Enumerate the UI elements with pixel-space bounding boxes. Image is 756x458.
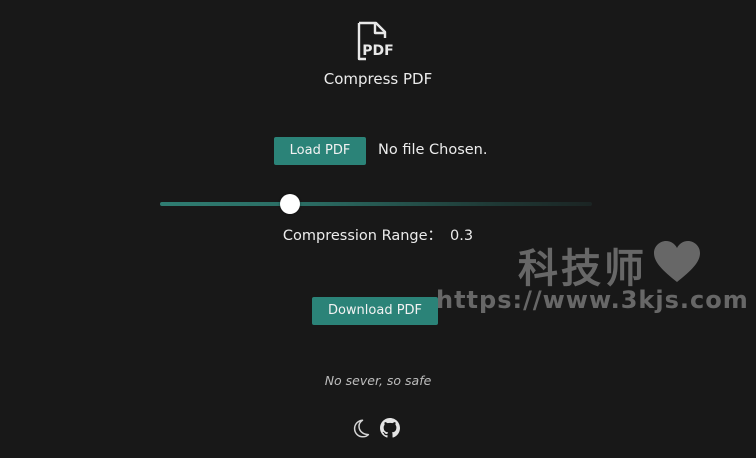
file-status-text: No file Chosen. [378, 142, 488, 158]
slider-thumb[interactable] [279, 194, 300, 214]
pdf-file-icon: PDF [357, 21, 394, 61]
watermark-url-text: https://www.3kjs.com [436, 286, 749, 314]
compression-range-value: 0.3 [450, 228, 474, 244]
github-icon[interactable] [380, 418, 400, 438]
heart-icon [654, 241, 700, 282]
pdf-icon-label: PDF [362, 43, 393, 59]
compression-range-label: Compression Range： [282, 228, 443, 244]
load-pdf-button[interactable]: Load PDF [274, 137, 366, 165]
page-title: Compress PDF [323, 70, 433, 88]
moon-icon[interactable] [350, 418, 370, 438]
compression-slider[interactable] [160, 193, 592, 215]
slider-track[interactable] [160, 202, 592, 206]
download-pdf-button[interactable]: Download PDF [312, 297, 438, 325]
app-page: PDF Compress PDF Load PDF No file Chosen… [0, 0, 756, 458]
tagline: No sever, so safe [324, 373, 432, 388]
